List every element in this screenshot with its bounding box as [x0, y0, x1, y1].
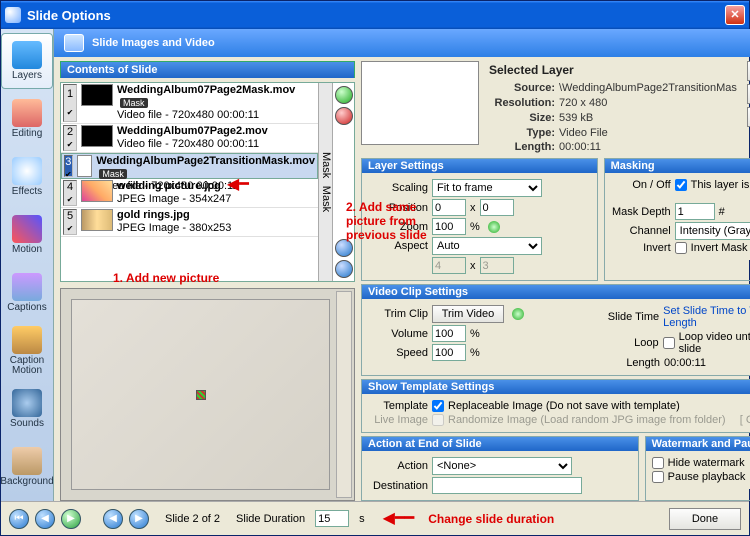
ribbon-title: Slide Images and Video — [92, 37, 215, 49]
pos-y-input[interactable] — [480, 199, 514, 216]
mask-strip: Mask Mask — [318, 83, 332, 281]
close-button[interactable]: ✕ — [725, 5, 745, 25]
slide-counter: Slide 2 of 2 — [165, 513, 220, 525]
set-slide-time-link[interactable]: Set Slide Time to Video Length — [663, 305, 750, 329]
selected-layer-info: Selected Layer Source:\WeddingAlbumPage2… — [485, 61, 741, 155]
action-header: Action at End of Slide — [362, 437, 638, 451]
trim-video-button[interactable]: Trim Video — [432, 305, 504, 323]
pause-playback-checkbox[interactable] — [652, 471, 664, 483]
aspect-a-input — [432, 257, 466, 274]
slide-list: 1 WeddingAlbum07Page2Mask.mov MaskVideo … — [60, 82, 355, 282]
title-bar: Slide Options ✕ — [1, 1, 749, 29]
hide-watermark-checkbox[interactable] — [652, 457, 664, 469]
selected-thumb — [361, 61, 479, 145]
mask-on-checkbox[interactable] — [675, 179, 687, 191]
nav-layers[interactable]: Layers — [1, 33, 53, 89]
nav-caption-motion[interactable]: Caption Motion — [1, 323, 53, 379]
nav-prev-button[interactable]: ◀ — [103, 509, 123, 529]
thumb-icon — [77, 155, 93, 177]
arrow-icon: ◀━━ — [383, 514, 415, 524]
list-item-selected[interactable]: 3 WeddingAlbumPage2TransitionMask.mov Ma… — [61, 153, 318, 179]
nav-sounds[interactable]: Sounds — [1, 381, 53, 437]
template-checkbox[interactable] — [432, 400, 444, 412]
contents-header: Contents of Slide — [60, 61, 355, 78]
live-image-checkbox — [432, 414, 444, 426]
nav-motion[interactable]: Motion — [1, 207, 53, 263]
thumb-icon — [81, 209, 113, 231]
bottom-bar: ⏮ ◀ ▶ ◀ ▶ Slide 2 of 2 Slide Duration s … — [1, 501, 749, 535]
remove-button[interactable] — [335, 107, 353, 125]
action-select[interactable]: <None> — [432, 457, 572, 475]
nav-editing[interactable]: Editing — [1, 91, 53, 147]
left-nav: Layers Editing Effects Motion Captions C… — [1, 29, 54, 501]
watermark-header: Watermark and Pause — [646, 437, 750, 451]
layer-settings-header: Layer Settings — [362, 159, 597, 173]
trim-info-icon[interactable] — [512, 308, 524, 320]
nav-next-button[interactable]: ▶ — [129, 509, 149, 529]
annotation-add-same: 2. Add same picture from previous slide — [346, 201, 436, 242]
template-settings-header: Show Template Settings — [362, 380, 750, 394]
mask-depth-input[interactable] — [675, 203, 715, 220]
duration-input[interactable] — [315, 510, 349, 527]
prev-button[interactable]: ◀ — [35, 509, 55, 529]
done-button[interactable]: Done — [669, 508, 741, 530]
destination-input[interactable] — [432, 477, 582, 494]
list-item[interactable]: 2 WeddingAlbum07Page2.movVideo file - 72… — [61, 124, 318, 153]
first-button[interactable]: ⏮ — [9, 509, 29, 529]
list-item[interactable]: 1 WeddingAlbum07Page2Mask.mov MaskVideo … — [61, 83, 318, 124]
resize-handle[interactable] — [196, 390, 206, 400]
aspect-b-input — [480, 257, 514, 274]
list-item[interactable]: 5 gold rings.jpgJPEG Image - 380x253 — [61, 208, 318, 237]
speed-input[interactable] — [432, 344, 466, 361]
preview-canvas[interactable] — [71, 299, 330, 490]
ribbon: Slide Images and Video Slide ? — [54, 29, 750, 57]
ribbon-icon — [64, 34, 84, 52]
masking-header: Masking — [605, 159, 750, 173]
thumb-icon — [81, 125, 113, 147]
nav-background[interactable]: Background — [1, 439, 53, 495]
window-title: Slide Options — [27, 8, 725, 23]
zoom-reset-icon[interactable] — [488, 221, 500, 233]
nav-effects[interactable]: Effects — [1, 149, 53, 205]
invert-mask-checkbox[interactable] — [675, 242, 687, 254]
play-button[interactable]: ▶ — [61, 509, 81, 529]
volume-input[interactable] — [432, 325, 466, 342]
annotation-change-duration: Change slide duration — [428, 512, 554, 526]
scaling-select[interactable]: Fit to frame — [432, 179, 542, 197]
aspect-select[interactable]: Auto — [432, 237, 542, 255]
channel-select[interactable]: Intensity (Grayscale) — [675, 222, 750, 240]
nav-captions[interactable]: Captions — [1, 265, 53, 321]
thumb-icon — [81, 180, 113, 202]
thumb-icon — [81, 84, 113, 106]
video-settings-header: Video Clip Settings — [362, 285, 750, 299]
scrollbar[interactable] — [336, 291, 352, 498]
annotation-add-new: 1. Add new picture — [113, 271, 219, 281]
pos-x-input[interactable] — [432, 199, 466, 216]
preview-area — [60, 288, 355, 501]
list-item[interactable]: 4 wedding picture.jpg◀━JPEG Image - 354x… — [61, 179, 318, 208]
zoom-input[interactable] — [432, 218, 466, 235]
add-button[interactable] — [335, 86, 353, 104]
duration-label: Slide Duration — [236, 513, 305, 525]
move-down-button[interactable] — [335, 260, 353, 278]
app-icon — [5, 7, 21, 23]
loop-checkbox[interactable] — [663, 337, 675, 349]
